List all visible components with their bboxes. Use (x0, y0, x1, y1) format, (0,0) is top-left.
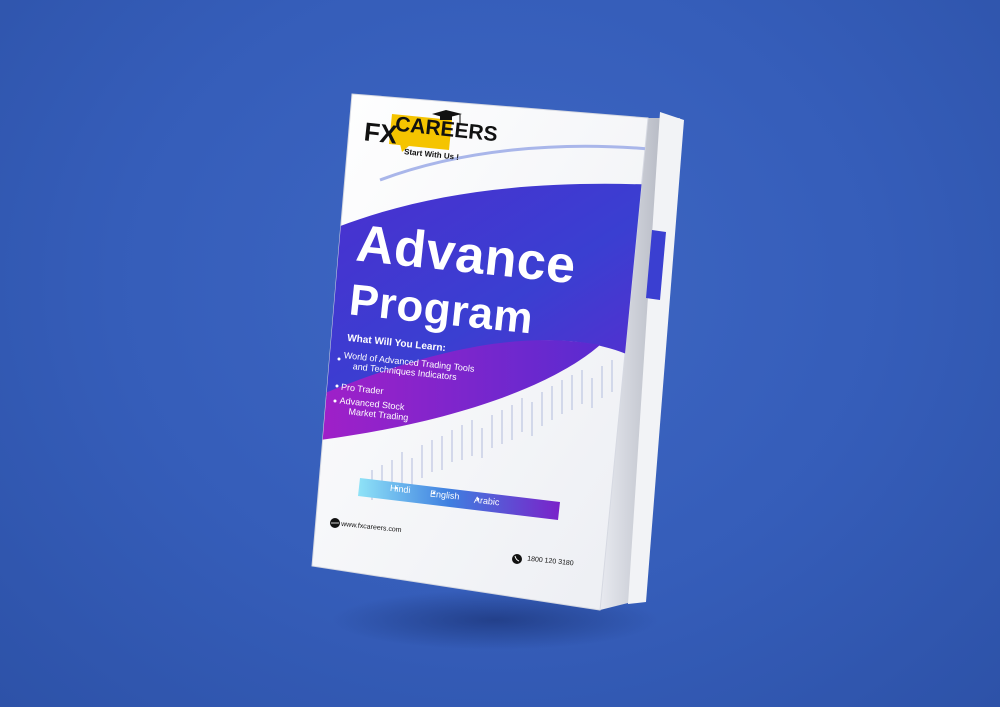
book-cover-graphic (311, 93, 684, 611)
phone-icon (512, 554, 522, 564)
book-mockup-scene: FX CAREERS Start With Us ! Advance Progr… (0, 0, 1000, 707)
globe-icon (330, 518, 340, 528)
language-hindi: Hindi (389, 482, 411, 496)
